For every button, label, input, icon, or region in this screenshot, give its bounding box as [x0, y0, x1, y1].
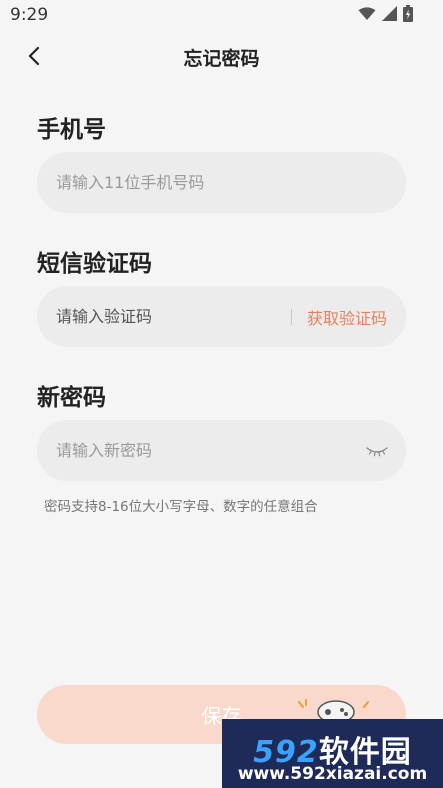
- eye-closed-icon[interactable]: [365, 441, 389, 461]
- watermark-url: www.592xiazai.com: [237, 764, 428, 784]
- status-bar: 9:29: [0, 0, 443, 30]
- sms-code-label: 短信验证码: [37, 251, 152, 277]
- signal-icon: [382, 5, 397, 25]
- new-password-input[interactable]: [56, 441, 365, 460]
- sms-code-input[interactable]: [56, 307, 291, 326]
- watermark-logo: 592软件园 www.592xiazai.com: [222, 719, 443, 788]
- sms-code-field: 获取验证码: [37, 286, 406, 347]
- status-time: 9:29: [10, 5, 49, 25]
- status-icons: [358, 4, 413, 26]
- battery-icon: [403, 4, 413, 26]
- password-hint: 密码支持8-16位大小写字母、数字的任意组合: [44, 499, 318, 515]
- new-password-label: 新密码: [37, 385, 106, 411]
- new-password-field: [37, 420, 406, 481]
- divider: [290, 308, 292, 325]
- nav-bar: 忘记密码: [0, 30, 443, 85]
- wifi-icon: [358, 6, 376, 25]
- phone-input[interactable]: [56, 173, 387, 192]
- get-code-button[interactable]: 获取验证码: [307, 305, 387, 329]
- phone-label: 手机号: [37, 117, 106, 143]
- phone-field: [37, 152, 406, 213]
- page-title: 忘记密码: [183, 48, 260, 70]
